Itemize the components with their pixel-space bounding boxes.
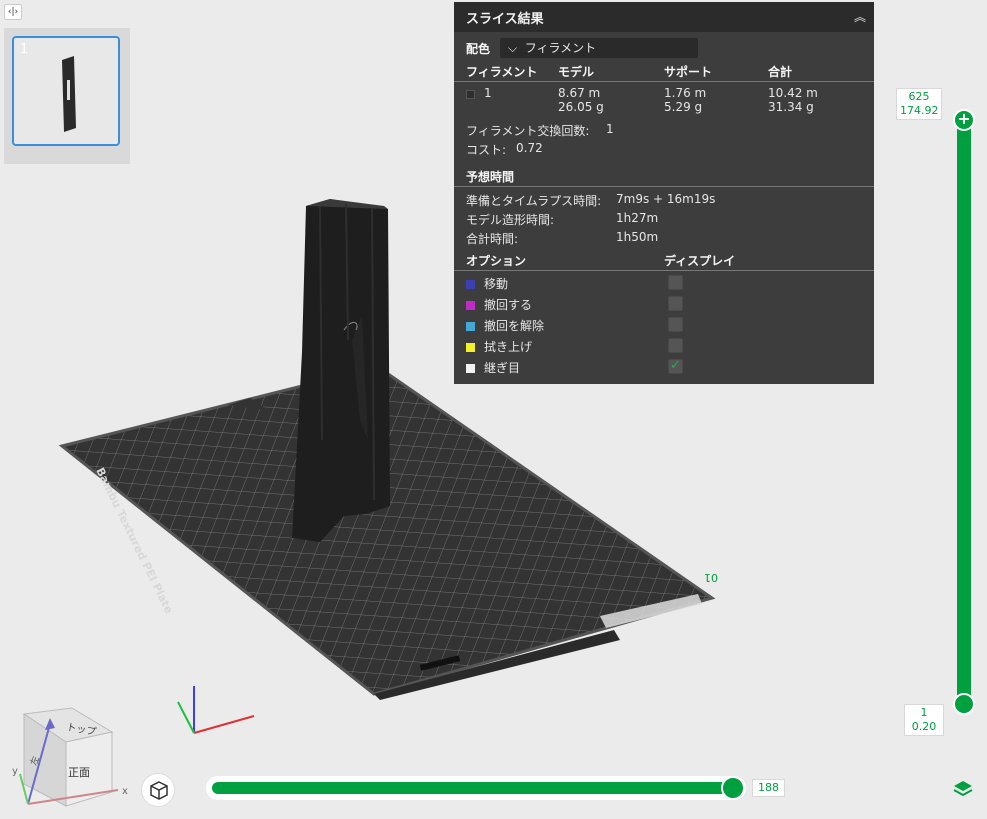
total-time-value: 1h50m bbox=[616, 230, 659, 244]
filament-id: 1 bbox=[484, 86, 492, 100]
option-label: 拭き上げ bbox=[484, 340, 533, 354]
bottom-layer-label: 1 0.20 bbox=[904, 704, 944, 736]
model-time-value: 1h27m bbox=[616, 211, 659, 225]
collapse-panel-icon[interactable]: ︽ bbox=[852, 9, 868, 25]
world-axes bbox=[177, 686, 255, 734]
option-label: 撤回する bbox=[484, 298, 533, 312]
display-checkbox-seam[interactable]: ✓ bbox=[668, 358, 683, 374]
display-checkbox-wipe[interactable] bbox=[668, 338, 683, 353]
option-color-swatch bbox=[466, 301, 475, 310]
top-layer-label: 625 174.92 bbox=[896, 88, 942, 120]
filament-color-swatch bbox=[466, 90, 475, 99]
prep-time-value: 7m9s + 16m19s bbox=[616, 192, 716, 206]
chevron-down-icon: ⌵ bbox=[508, 41, 518, 55]
model-time-label: モデル造形時間: bbox=[466, 213, 555, 227]
top-layer-height: 174.92 bbox=[900, 104, 939, 117]
axis-x-label: x bbox=[122, 786, 128, 797]
model-length: 8.67 m bbox=[558, 86, 601, 100]
option-color-swatch bbox=[466, 322, 475, 331]
cost-label: コスト: bbox=[466, 143, 507, 157]
top-layer-number: 625 bbox=[908, 90, 930, 103]
color-scheme-label: 配色 bbox=[466, 42, 491, 56]
display-checkbox-deretract[interactable] bbox=[668, 317, 683, 332]
support-length: 1.76 m bbox=[664, 86, 707, 100]
col-header-filament: フィラメント bbox=[466, 65, 538, 79]
bottom-layer-number: 1 bbox=[920, 706, 928, 719]
view-cube-button[interactable] bbox=[141, 773, 175, 807]
navcube-front: 正面 bbox=[68, 766, 90, 779]
navigation-cube[interactable]: トップ 正面 左 x y bbox=[8, 700, 138, 816]
move-slider-handle[interactable] bbox=[721, 776, 745, 800]
divider bbox=[454, 186, 874, 187]
panel-title: スライス結果 bbox=[466, 11, 544, 27]
col-header-total: 合計 bbox=[768, 65, 793, 79]
cost-value: 0.72 bbox=[516, 141, 543, 155]
option-label: 継ぎ目 bbox=[484, 361, 521, 375]
color-scheme-select[interactable]: ⌵ フィラメント bbox=[500, 38, 698, 58]
filament-change-value: 1 bbox=[606, 122, 614, 136]
bed-origin-label: 01 bbox=[704, 571, 718, 584]
option-color-swatch bbox=[466, 343, 475, 352]
prep-time-label: 準備とタイムラプス時間: bbox=[466, 194, 602, 208]
total-length: 10.42 m bbox=[768, 86, 818, 100]
display-checkbox-travel[interactable] bbox=[668, 275, 683, 290]
sliced-model[interactable] bbox=[292, 199, 390, 542]
divider bbox=[454, 81, 874, 82]
option-color-swatch bbox=[466, 280, 475, 289]
display-header: ディスプレイ bbox=[664, 254, 736, 268]
total-weight: 31.34 g bbox=[768, 100, 814, 114]
display-checkbox-retract[interactable] bbox=[668, 296, 683, 311]
axis-y-label: y bbox=[12, 766, 18, 777]
plus-icon: + bbox=[957, 109, 971, 128]
move-slider-fill bbox=[212, 782, 736, 794]
bottom-layer-height: 0.20 bbox=[911, 720, 937, 733]
layer-slider-top-handle[interactable]: + bbox=[953, 109, 975, 131]
options-header: オプション bbox=[466, 254, 527, 268]
move-slider-value: 188 bbox=[752, 779, 785, 797]
option-color-swatch bbox=[466, 364, 475, 373]
color-scheme-value: フィラメント bbox=[524, 41, 597, 55]
col-header-support: サポート bbox=[664, 65, 713, 79]
layers-icon[interactable] bbox=[952, 778, 974, 800]
option-label: 移動 bbox=[484, 277, 509, 291]
divider bbox=[454, 270, 874, 271]
total-time-label: 合計時間: bbox=[466, 232, 519, 246]
model-weight: 26.05 g bbox=[558, 100, 604, 114]
cube-view-icon bbox=[150, 781, 168, 800]
estimate-title: 予想時間 bbox=[466, 170, 515, 184]
option-label: 撤回を解除 bbox=[484, 319, 545, 333]
support-weight: 5.29 g bbox=[664, 100, 703, 114]
slice-result-panel: スライス結果 ︽ 配色 ⌵ フィラメント フィラメント モデル サポート 合計 … bbox=[454, 2, 874, 384]
col-header-model: モデル bbox=[558, 65, 595, 79]
filament-change-label: フィラメント交換回数: bbox=[466, 124, 590, 138]
check-icon: ✓ bbox=[670, 358, 681, 373]
layer-slider-bottom-handle[interactable] bbox=[953, 693, 975, 715]
layer-slider-track[interactable] bbox=[957, 118, 971, 706]
panel-header: スライス結果 ︽ bbox=[454, 2, 874, 32]
